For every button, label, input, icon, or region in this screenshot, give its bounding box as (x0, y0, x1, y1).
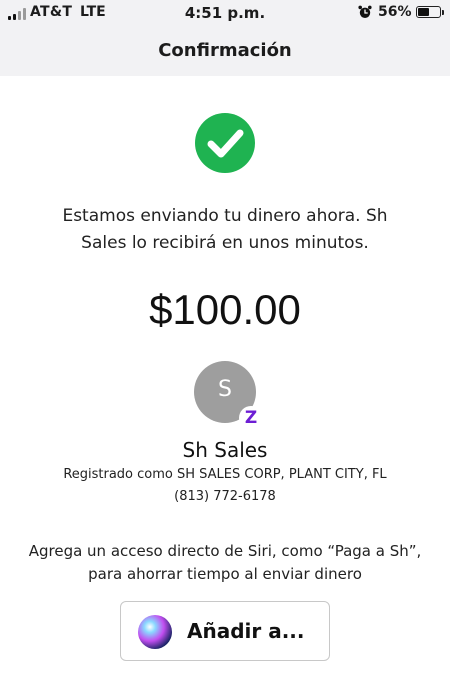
amount: $100.00 (149, 286, 301, 333)
add-to-siri-button[interactable]: Añadir a... (120, 601, 330, 661)
checkmark-icon (195, 113, 255, 173)
nav-bar: Confirmación (0, 26, 450, 76)
avatar-initial: S (218, 377, 232, 402)
siri-shortcut-hint: Agrega un acceso directo de Siri, como “… (28, 542, 422, 583)
registered-as: Registrado como SH SALES CORP, PLANT CIT… (63, 467, 387, 482)
battery-icon (416, 6, 441, 18)
battery-cap (442, 10, 444, 15)
page-title: Confirmación (158, 40, 292, 61)
zelle-badge-icon: Z (239, 406, 263, 430)
recipient-phone: (813) 772-6178 (174, 489, 276, 504)
add-to-siri-label: Añadir a... (187, 619, 305, 643)
alarm-clock-icon (358, 5, 372, 18)
battery-fill (418, 8, 429, 16)
siri-icon (138, 615, 172, 649)
confirmation-message: Estamos enviando tu dinero ahora. Sh Sal… (62, 206, 388, 253)
status-bar: AT&T LTE 4:51 p.m. 56% (0, 0, 450, 26)
battery-percent: 56% (378, 4, 412, 20)
recipient-name: Sh Sales (182, 438, 268, 462)
